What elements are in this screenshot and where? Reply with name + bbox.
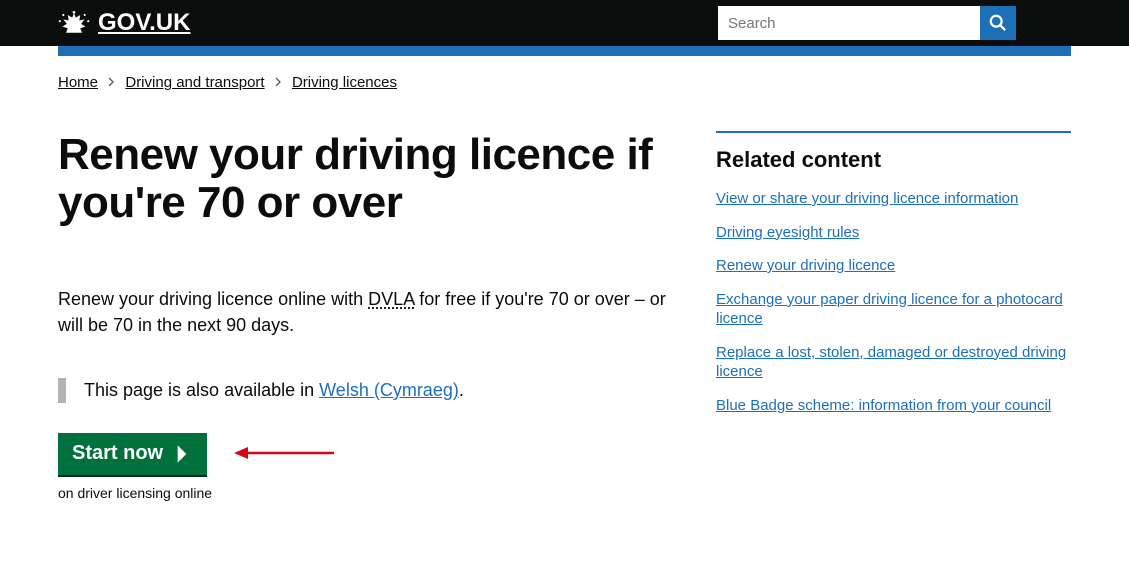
breadcrumb: Home Driving and transport Driving licen…	[58, 74, 1071, 91]
sidebar: Related content View or share your drivi…	[716, 131, 1071, 501]
related-link[interactable]: Exchange your paper driving licence for …	[716, 291, 1063, 328]
chevron-right-icon	[169, 441, 195, 467]
related-list: View or share your driving licence infor…	[716, 189, 1071, 415]
list-item: View or share your driving licence infor…	[716, 189, 1071, 209]
inset-post: .	[459, 380, 464, 400]
site-header: GOV.UK	[0, 0, 1129, 46]
breadcrumb-link-home[interactable]: Home	[58, 74, 98, 91]
search-input[interactable]	[718, 6, 980, 40]
related-link[interactable]: Renew your driving licence	[716, 257, 895, 274]
inset-pre: This page is also available in	[84, 380, 319, 400]
chevron-right-icon	[275, 74, 282, 91]
abbr-dvla: DVLA	[368, 289, 414, 309]
start-now-button[interactable]: Start now	[58, 433, 207, 475]
header-blue-bar	[58, 46, 1071, 56]
main-column: Renew your driving licence if you're 70 …	[58, 131, 676, 501]
start-subtext: on driver licensing online	[58, 485, 676, 501]
start-now-label: Start now	[72, 442, 163, 465]
list-item: Replace a lost, stolen, damaged or destr…	[716, 343, 1071, 382]
chevron-right-icon	[108, 74, 115, 91]
search-button[interactable]	[980, 6, 1016, 40]
breadcrumb-link-driving-transport[interactable]: Driving and transport	[125, 74, 264, 91]
breadcrumb-link-driving-licences[interactable]: Driving licences	[292, 74, 397, 91]
list-item: Renew your driving licence	[716, 256, 1071, 276]
related-link[interactable]: View or share your driving licence infor…	[716, 190, 1018, 207]
crown-icon	[58, 10, 90, 36]
related-link[interactable]: Blue Badge scheme: information from your…	[716, 397, 1051, 414]
related-link[interactable]: Replace a lost, stolen, damaged or destr…	[716, 344, 1066, 381]
page-title: Renew your driving licence if you're 70 …	[58, 131, 676, 228]
inset-text: This page is also available in Welsh (Cy…	[58, 378, 676, 403]
start-row: Start now	[58, 433, 676, 475]
related-content-heading: Related content	[716, 131, 1071, 173]
intro-paragraph: Renew your driving licence online with D…	[58, 286, 676, 338]
list-item: Driving eyesight rules	[716, 223, 1071, 243]
welsh-link[interactable]: Welsh (Cymraeg)	[319, 380, 459, 400]
search-icon	[989, 14, 1007, 32]
intro-text-pre: Renew your driving licence online with	[58, 289, 368, 309]
list-item: Exchange your paper driving licence for …	[716, 290, 1071, 329]
related-link[interactable]: Driving eyesight rules	[716, 224, 859, 241]
logo-text: GOV.UK	[98, 9, 190, 37]
list-item: Blue Badge scheme: information from your…	[716, 396, 1071, 416]
annotation-arrow	[234, 443, 334, 468]
govuk-logo-link[interactable]: GOV.UK	[58, 9, 190, 37]
search-form	[718, 6, 1016, 40]
